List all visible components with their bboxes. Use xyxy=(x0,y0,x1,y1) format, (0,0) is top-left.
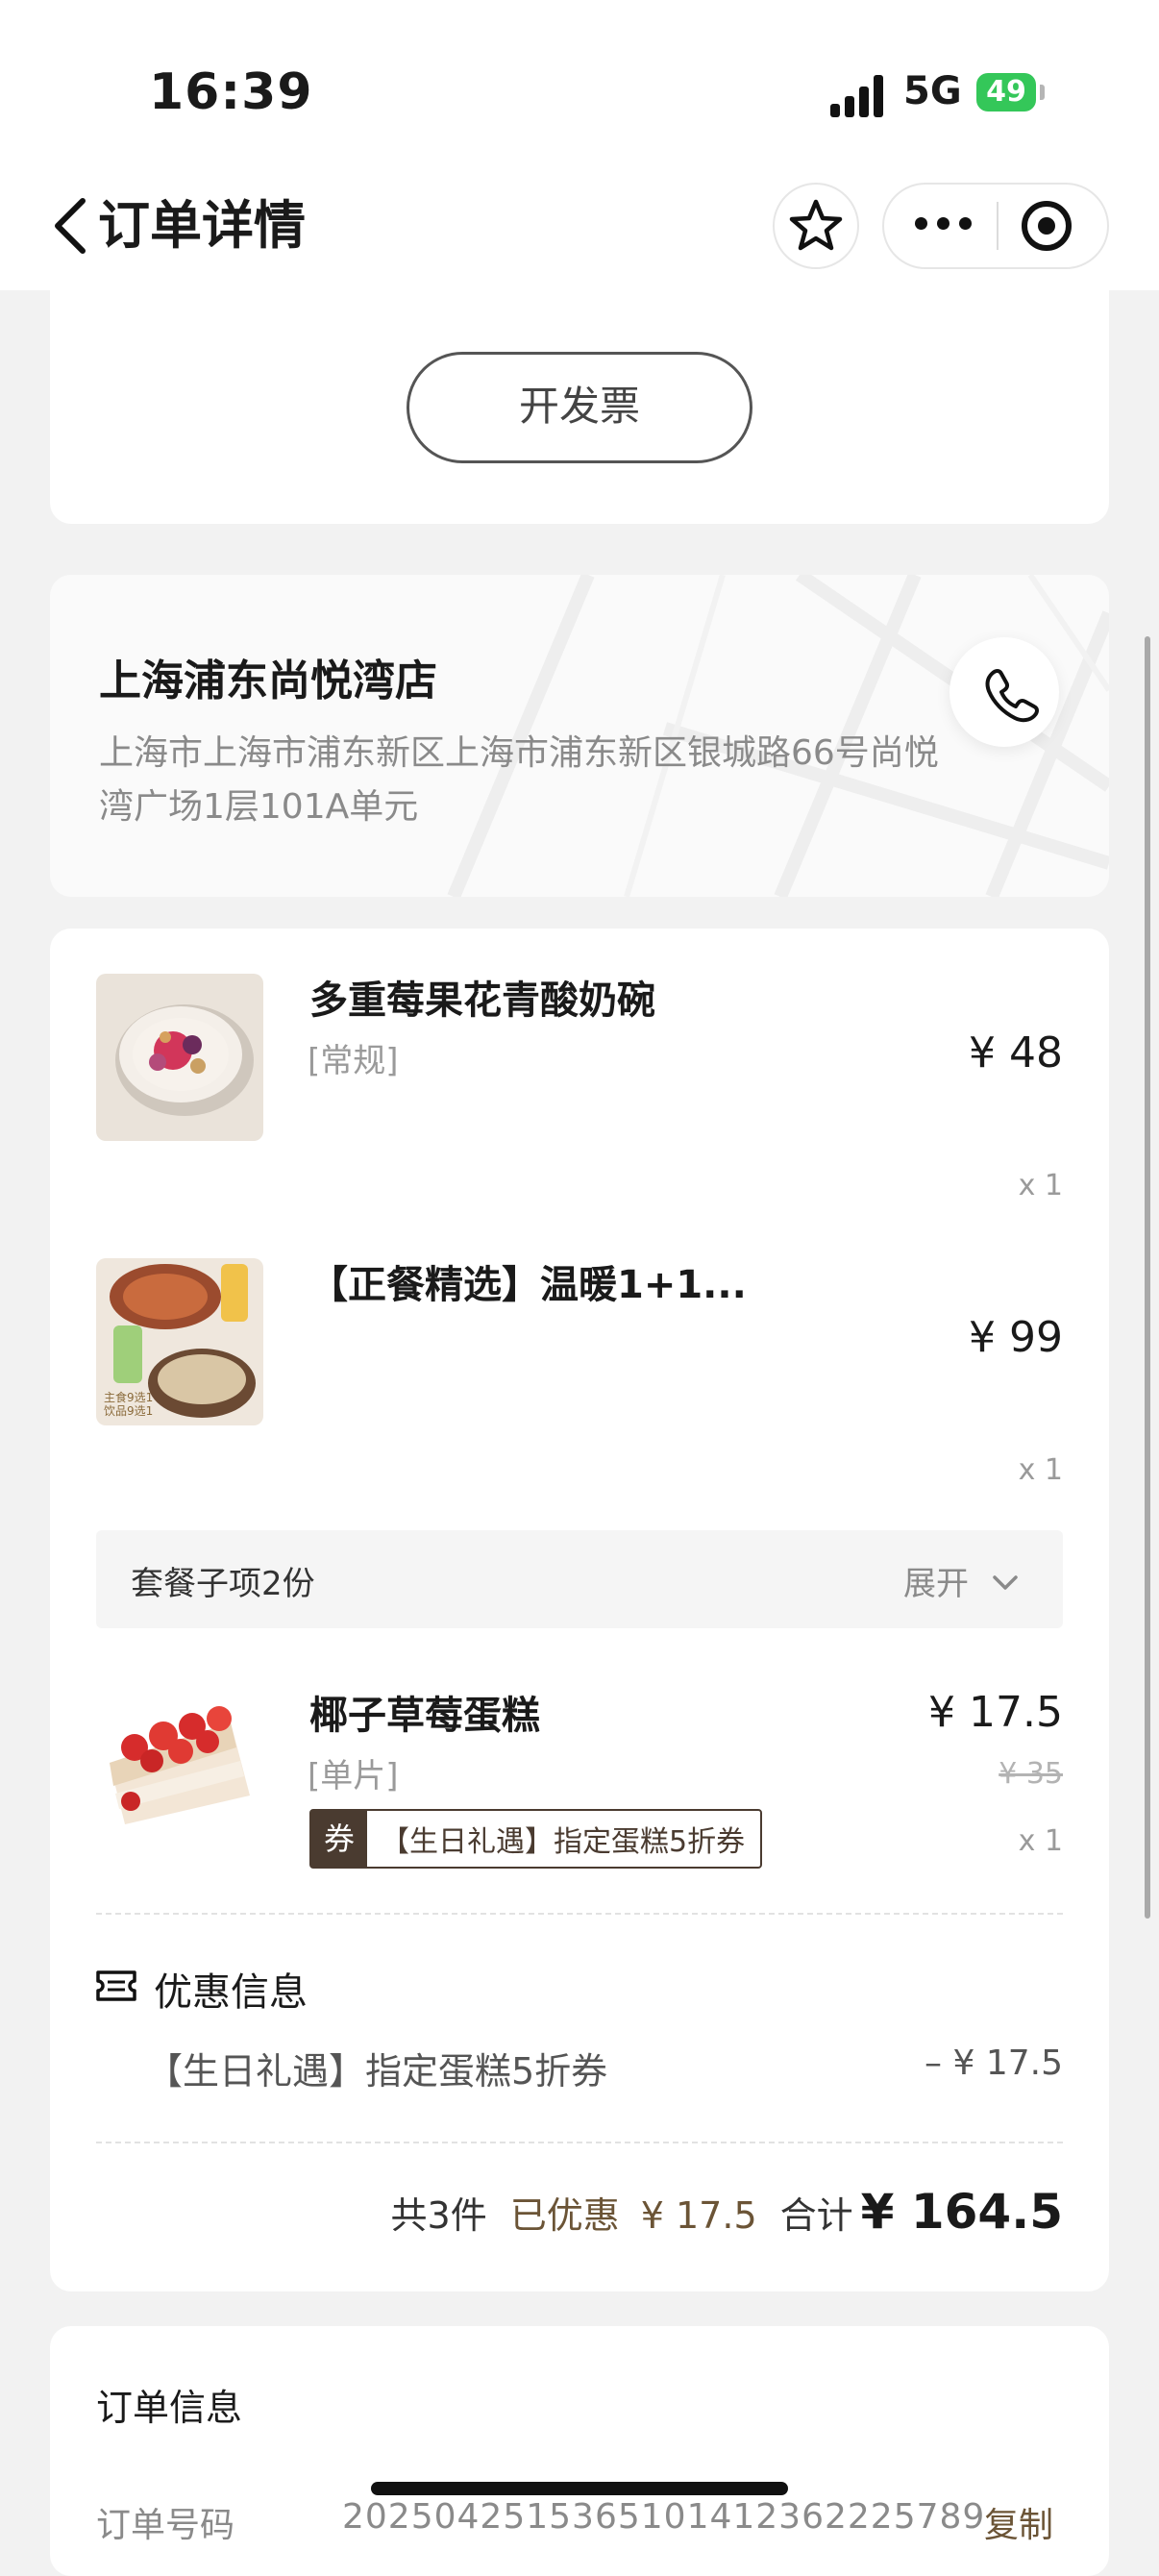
more-icon[interactable] xyxy=(915,217,973,233)
page-title: 订单详情 xyxy=(98,195,306,256)
thumb-caption-main: 主食9选1 xyxy=(104,1391,154,1404)
item-original-price: ¥ 35 xyxy=(999,1757,1063,1791)
saved-amount: ¥ 17.5 xyxy=(640,2194,757,2237)
total-label: 合计 xyxy=(779,2194,853,2237)
home-indicator xyxy=(371,2482,788,2495)
item-image-yogurt-bowl xyxy=(96,974,263,1141)
battery-icon: 49 xyxy=(976,73,1036,111)
battery-tip xyxy=(1040,85,1045,100)
item-image-combo: 主食9选1 饮品9选1 xyxy=(96,1258,263,1425)
store-name: 上海浦东尚悦湾店 xyxy=(99,656,437,706)
status-time: 16:39 xyxy=(149,63,313,121)
capsule-divider xyxy=(997,202,999,250)
item-spec: [单片] xyxy=(308,1757,399,1796)
item-price: ¥ 17.5 xyxy=(928,1688,1063,1737)
item-count: 共3件 xyxy=(390,2194,487,2237)
item-price: ¥ 48 xyxy=(969,1028,1063,1077)
order-number-label: 订单号码 xyxy=(96,2506,235,2545)
store-address: 上海市上海市浦东新区上海市浦东新区银城路66号尚悦湾广场1层101A单元 xyxy=(99,733,939,827)
call-store-button[interactable] xyxy=(949,637,1059,747)
item-qty: x 1 xyxy=(1018,1453,1063,1487)
package-subitems-label: 套餐子项2份 xyxy=(131,1565,315,1603)
item-name: 椰子草莓蛋糕 xyxy=(309,1694,540,1738)
coupon-badge: 券 xyxy=(311,1811,367,1867)
star-icon xyxy=(789,199,843,251)
discount-amount: – ¥ 17.5 xyxy=(925,2043,1063,2083)
item-name: 多重莓果花青酸奶碗 xyxy=(309,978,655,1023)
phone-icon xyxy=(985,669,1039,723)
signal-icon xyxy=(830,75,888,117)
thumb-caption-drink: 饮品9选1 xyxy=(104,1404,154,1418)
order-number: 2025042515365101412362225789 xyxy=(342,2497,986,2537)
item-price: ¥ 99 xyxy=(969,1313,1063,1362)
order-summary: 共3件 已优惠 ¥ 17.5 合计 ¥ 164.5 xyxy=(288,2184,1063,2251)
invoice-button[interactable]: 开发票 xyxy=(407,352,752,463)
item-qty: x 1 xyxy=(1018,1169,1063,1202)
item-qty: x 1 xyxy=(1018,1824,1063,1858)
discount-title: 优惠信息 xyxy=(154,1970,308,2015)
expand-toggle[interactable]: 展开 xyxy=(903,1557,1022,1604)
discount-name: 【生日礼遇】指定蛋糕5折券 xyxy=(146,2050,608,2093)
order-info-title: 订单信息 xyxy=(96,2387,243,2429)
favorite-button[interactable] xyxy=(773,183,859,269)
divider xyxy=(96,2142,1063,2143)
coupon-name: 【生日礼遇】指定蛋糕5折券 xyxy=(381,1825,746,1859)
item-spec: [常规] xyxy=(308,1042,399,1080)
saved-label: 已优惠 xyxy=(509,2194,620,2237)
back-icon[interactable] xyxy=(48,195,96,257)
scrollbar[interactable] xyxy=(1145,636,1150,1919)
copy-button[interactable]: 复制 xyxy=(984,2497,1053,2547)
expand-label: 展开 xyxy=(903,1565,969,1603)
target-icon-center xyxy=(1038,217,1055,235)
item-image-cake xyxy=(96,1680,263,1847)
coupon-tag: 券 【生日礼遇】指定蛋糕5折券 xyxy=(309,1809,763,1869)
chevron-down-icon xyxy=(993,1575,1018,1590)
total-amount: ¥ 164.5 xyxy=(860,2184,1063,2240)
item-name: 【正餐精选】温暖1+1... xyxy=(309,1263,747,1307)
network-type: 5G xyxy=(903,69,962,113)
divider xyxy=(96,1913,1063,1915)
coupon-icon xyxy=(96,1970,136,2001)
